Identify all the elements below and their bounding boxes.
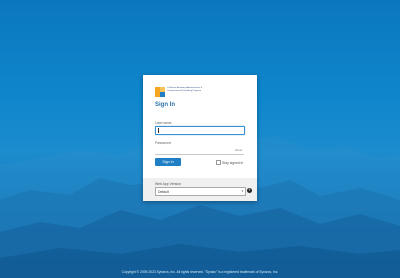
username-input[interactable] (155, 126, 245, 135)
logo: California Academy Administration & Comp… (155, 86, 215, 98)
logo-text: California Academy Administration & Comp… (167, 87, 203, 92)
copyright-text: Copyright © 2009-2023 Synarcs, Inc. All … (121, 270, 279, 274)
sf-logo-icon (155, 87, 165, 97)
web-app-version-label: Web App Version (155, 182, 181, 186)
help-icon[interactable]: ? (247, 188, 252, 193)
stay-signed-in-label: Stay signed in (222, 160, 244, 165)
page-title: Sign In (155, 102, 175, 108)
stay-signed-in-checkbox[interactable] (216, 160, 221, 165)
password-input[interactable]: show (155, 147, 244, 155)
sign-in-button[interactable]: Sign In (155, 158, 181, 166)
sign-in-card: California Academy Administration & Comp… (143, 75, 257, 201)
chevron-down-icon: ▾ (241, 189, 243, 194)
web-app-version-select[interactable]: Default ▾ (155, 187, 246, 196)
app-version-section: Web App Version Default ▾ ? (143, 178, 257, 201)
show-password-toggle[interactable]: show (235, 148, 242, 152)
password-label: Password (155, 141, 171, 145)
select-value: Default (158, 189, 169, 194)
username-label: Username (155, 121, 172, 125)
text-caret (158, 128, 159, 133)
stay-signed-in[interactable]: Stay signed in (216, 160, 243, 165)
